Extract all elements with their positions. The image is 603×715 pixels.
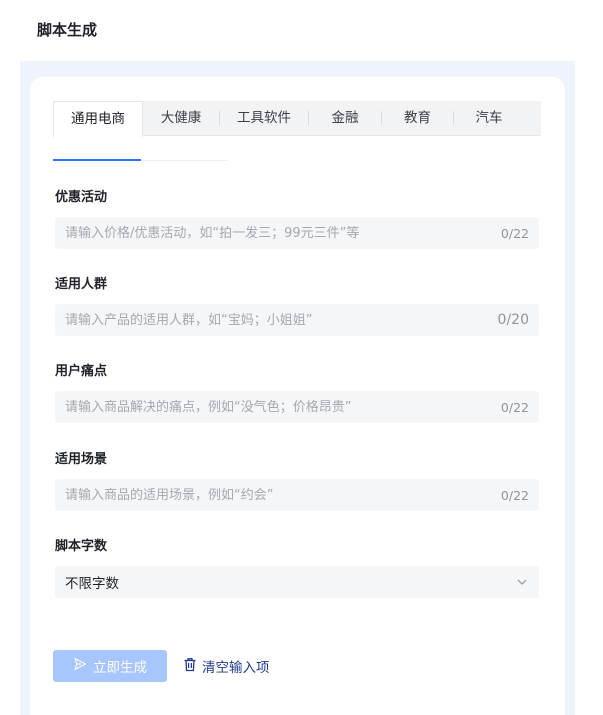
- pain-points-field-box: 0/22: [55, 391, 539, 423]
- tab-label: 大健康: [160, 109, 202, 126]
- tab-label: 汽车: [475, 109, 503, 126]
- promotion-field-box: 0/22: [55, 217, 539, 249]
- audience-input[interactable]: [65, 312, 490, 328]
- scenario-input[interactable]: [65, 487, 493, 503]
- scenario-char-counter: 0/22: [500, 487, 529, 503]
- audience-label: 适用人群: [55, 277, 108, 292]
- word-count-select[interactable]: 不限字数: [55, 566, 539, 598]
- tab-general-ecommerce[interactable]: 通用电商: [53, 100, 143, 137]
- category-tabs: 通用电商 大健康 工具软件 金融 教育 汽车: [53, 100, 541, 137]
- promotion-char-counter: 0/22: [500, 225, 529, 241]
- chevron-down-icon: [515, 575, 529, 589]
- trash-icon: [183, 657, 202, 676]
- promotion-input[interactable]: [65, 225, 493, 241]
- pain-points-char-counter: 0/22: [500, 399, 529, 415]
- generate-button[interactable]: 立即生成: [53, 650, 167, 682]
- tab-finance[interactable]: 金融: [309, 101, 381, 136]
- tab-label: 工具软件: [237, 109, 291, 126]
- tab-health[interactable]: 大健康: [143, 101, 219, 136]
- clear-inputs-button[interactable]: 清空输入项: [183, 650, 270, 682]
- tab-automotive[interactable]: 汽车: [454, 101, 524, 136]
- tab-software-tools[interactable]: 工具软件: [220, 101, 308, 136]
- scenario-field-box: 0/22: [55, 479, 539, 511]
- pain-points-label: 用户痛点: [55, 364, 108, 379]
- tab-indicator-active: [53, 159, 141, 161]
- word-count-label: 脚本字数: [55, 539, 108, 554]
- page-title: 脚本生成: [37, 21, 98, 39]
- promotion-label: 优惠活动: [55, 190, 108, 205]
- audience-char-counter: 0/20: [497, 312, 529, 328]
- tab-label: 金融: [331, 109, 359, 126]
- tab-label: 通用电商: [71, 110, 125, 127]
- tab-education[interactable]: 教育: [382, 101, 453, 136]
- send-icon: [73, 657, 93, 675]
- scenario-label: 适用场景: [55, 452, 108, 467]
- generate-button-label: 立即生成: [93, 660, 147, 676]
- clear-inputs-label: 清空输入项: [202, 660, 270, 676]
- pain-points-input[interactable]: [65, 399, 493, 415]
- word-count-selected-value: 不限字数: [65, 576, 119, 592]
- audience-field-box: 0/20: [55, 304, 539, 336]
- tab-label: 教育: [404, 109, 431, 126]
